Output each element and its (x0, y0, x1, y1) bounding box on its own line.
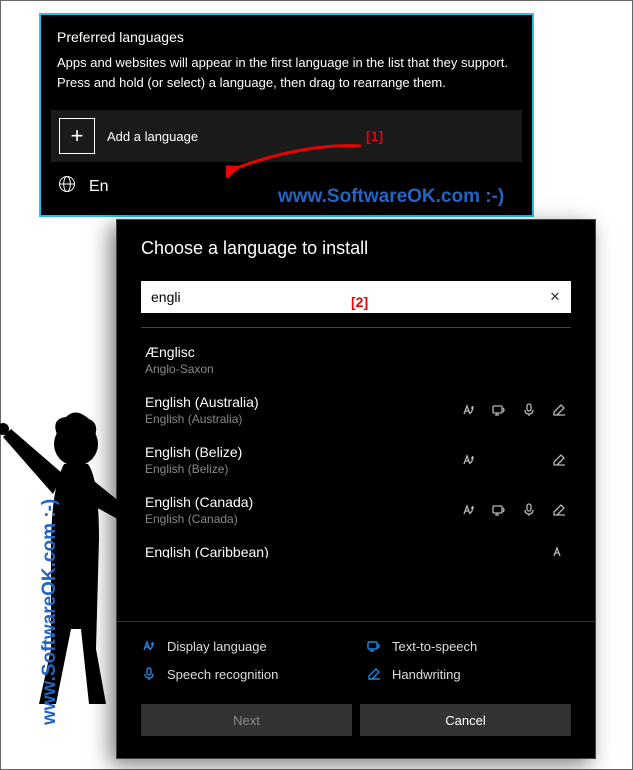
existing-language-label: En (89, 178, 109, 196)
list-item[interactable]: English (Caribbean) (117, 536, 595, 558)
feature-icons (551, 544, 567, 558)
handwriting-icon (551, 502, 567, 518)
feature-legend: Display language Text-to-speech Speech r… (117, 621, 595, 694)
panel-heading: Preferred languages (57, 29, 516, 45)
dialog-header: Choose a language to install (117, 220, 595, 269)
display-language-icon (461, 502, 477, 518)
list-item[interactable]: English (Australia) English (Australia) (117, 386, 595, 436)
display-language-icon (551, 544, 567, 558)
legend-item: Text-to-speech (366, 638, 571, 654)
plus-icon: + (59, 118, 95, 154)
speech-recognition-icon (521, 402, 537, 418)
watermark: www.SoftwareOK.com :-) (39, 499, 61, 725)
cancel-button[interactable]: Cancel (360, 704, 571, 736)
text-to-speech-icon (366, 638, 382, 654)
list-item[interactable]: English (Belize) English (Belize) (117, 436, 595, 486)
feature-icons (461, 502, 567, 518)
handwriting-icon (551, 452, 567, 468)
legend-item: Handwriting (366, 666, 571, 682)
search-input[interactable] (141, 289, 539, 305)
legend-item: Speech recognition (141, 666, 346, 682)
globe-icon (57, 174, 77, 199)
close-icon: ✕ (550, 289, 561, 304)
text-to-speech-icon (491, 502, 507, 518)
clear-search-button[interactable]: ✕ (539, 289, 571, 305)
speech-recognition-icon (141, 666, 157, 682)
handwriting-icon (366, 666, 382, 682)
feature-icons (461, 402, 567, 418)
dialog-title: Choose a language to install (141, 238, 571, 259)
feature-icons (461, 452, 567, 468)
list-item[interactable]: Ænglisc Anglo-Saxon (117, 336, 595, 386)
choose-language-dialog: Choose a language to install ✕ Ænglisc A… (116, 219, 596, 759)
dialog-buttons: Next Cancel (117, 694, 595, 758)
handwriting-icon (551, 402, 567, 418)
add-language-button[interactable]: + Add a language (51, 110, 522, 162)
display-language-icon (461, 452, 477, 468)
display-language-icon (461, 402, 477, 418)
panel-description: Apps and websites will appear in the fir… (57, 53, 516, 92)
preferred-languages-panel: Preferred languages Apps and websites wi… (39, 13, 534, 217)
display-language-icon (141, 638, 157, 654)
existing-language-row[interactable]: En (57, 174, 516, 199)
next-button[interactable]: Next (141, 704, 352, 736)
language-list: Ænglisc Anglo-Saxon English (Australia) … (117, 328, 595, 621)
legend-item: Display language (141, 638, 346, 654)
search-box: ✕ (141, 281, 571, 313)
list-item[interactable]: English (Canada) English (Canada) (117, 486, 595, 536)
text-to-speech-icon (491, 402, 507, 418)
add-language-label: Add a language (107, 129, 198, 144)
speech-recognition-icon (521, 502, 537, 518)
